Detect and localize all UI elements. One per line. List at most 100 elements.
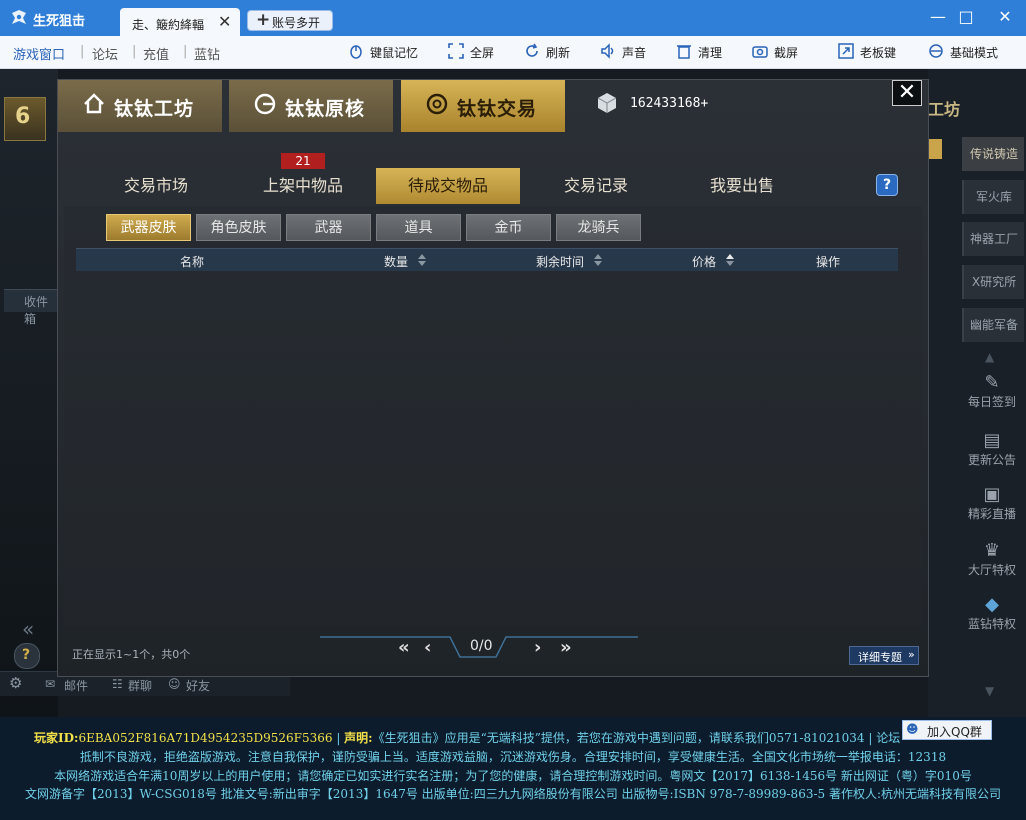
nav-forum[interactable]: 论坛 bbox=[92, 44, 118, 63]
mouse-memory-icon bbox=[350, 45, 362, 59]
camera-icon: ▣ bbox=[983, 484, 1001, 505]
tool-sound[interactable]: 声音 bbox=[622, 44, 646, 61]
close-window-button[interactable]: ✕ bbox=[991, 6, 1019, 28]
browser-tab-game[interactable]: 走、簸約絳輻 ✕ bbox=[120, 8, 240, 36]
category-character-skin[interactable]: 角色皮肤 bbox=[196, 214, 281, 241]
inbox-label: 收件箱 bbox=[24, 295, 49, 326]
tab-pending-items[interactable]: 待成交物品 bbox=[376, 168, 520, 204]
tool-basic-mode[interactable]: 基础模式 bbox=[950, 44, 998, 61]
settings-gear-icon[interactable]: ⚙ bbox=[9, 674, 22, 692]
collapse-icon[interactable]: « bbox=[22, 617, 34, 641]
player-id-label: 玩家ID: bbox=[34, 731, 79, 745]
player-id: 6EBA052F816A71D4954235D9526F5366 bbox=[78, 731, 333, 745]
column-remaining-time[interactable]: 剩余时间 bbox=[536, 253, 584, 270]
tool-screenshot[interactable]: 截屏 bbox=[774, 44, 798, 61]
join-qq-button[interactable]: ☻ 加入QQ群 bbox=[902, 720, 992, 740]
help-icon[interactable]: ? bbox=[876, 174, 898, 196]
category-gold[interactable]: 金币 bbox=[466, 214, 551, 241]
help-circle[interactable]: ? bbox=[14, 643, 40, 669]
browser-tab-label: 走、簸約絳輻 bbox=[132, 18, 205, 32]
sound-icon bbox=[601, 43, 614, 59]
gold-tab-edge bbox=[928, 139, 942, 159]
mail-button[interactable]: 邮件 bbox=[64, 677, 88, 694]
tab-market[interactable]: 交易市场 bbox=[106, 168, 206, 204]
blue-diamond-privilege-button[interactable]: ◆ 蓝钻特权 bbox=[962, 594, 1022, 632]
nav-game-window[interactable]: 游戏窗口 bbox=[13, 44, 65, 63]
statement-text: 《生死狙击》应用是“无端科技”提供，若您在游戏中遇到问题，请联系我们0571-8… bbox=[372, 731, 901, 745]
column-quantity[interactable]: 数量 bbox=[384, 253, 408, 270]
update-notice-button[interactable]: ▤ 更新公告 bbox=[962, 430, 1022, 468]
rank-badge: 6 bbox=[4, 97, 46, 141]
trade-panel: 钛钛工坊 钛钛原核 钛钛交易 162433168+ ✕ 交易市场 上架中物品 2… bbox=[57, 79, 929, 677]
sort-price-icon[interactable] bbox=[726, 254, 734, 266]
nav-blue-diamond[interactable]: 蓝钻 bbox=[194, 44, 220, 63]
clean-icon bbox=[677, 45, 691, 59]
lobby-privilege-label: 大厅特权 bbox=[967, 563, 1016, 577]
statement-label: 声明: bbox=[344, 731, 373, 745]
tab-titanium-workshop[interactable]: 钛钛工坊 bbox=[58, 80, 222, 132]
inbox-tab[interactable]: 收件箱 bbox=[4, 289, 58, 326]
tool-clean[interactable]: 清理 bbox=[698, 44, 722, 61]
checkin-label: 每日签到 bbox=[967, 395, 1016, 409]
tab-close-icon[interactable]: ✕ bbox=[218, 12, 231, 31]
tab-workshop-label: 钛钛工坊 bbox=[114, 98, 195, 120]
page-indicator: 0/0 bbox=[470, 638, 493, 654]
column-price[interactable]: 价格 bbox=[692, 253, 716, 270]
fullscreen-icon bbox=[448, 43, 464, 59]
detail-topic-button[interactable]: 详细专题 » bbox=[849, 646, 919, 665]
checkin-icon: ✎ bbox=[984, 372, 1000, 393]
x-lab-button[interactable]: X研究所 bbox=[962, 265, 1024, 299]
tab-sell[interactable]: 我要出售 bbox=[692, 168, 792, 204]
lobby-privilege-button[interactable]: ♛ 大厅特权 bbox=[962, 540, 1022, 578]
sort-time-icon[interactable] bbox=[594, 254, 602, 266]
tool-boss-key[interactable]: 老板键 bbox=[860, 44, 896, 61]
diamond-icon: ◆ bbox=[985, 594, 999, 615]
category-weapon-skin[interactable]: 武器皮肤 bbox=[106, 214, 191, 241]
toolbar: 游戏窗口 | 论坛 | 充值 | 蓝钻 键鼠记忆 全屏 刷新 声音 清理 截屏 … bbox=[0, 36, 1026, 69]
live-stream-button[interactable]: ▣ 精彩直播 bbox=[962, 484, 1022, 522]
tab-titanium-trade[interactable]: 钛钛交易 bbox=[401, 80, 565, 132]
multi-account-button[interactable]: + 账号多开 bbox=[247, 10, 333, 31]
tool-mouse-memory[interactable]: 键鼠记忆 bbox=[370, 44, 418, 61]
app-title: 生死狙击 bbox=[33, 14, 86, 29]
category-dragoon[interactable]: 龙骑兵 bbox=[556, 214, 641, 241]
category-weapon[interactable]: 武器 bbox=[286, 214, 371, 241]
screenshot-icon bbox=[752, 46, 768, 58]
daily-checkin-button[interactable]: ✎ 每日签到 bbox=[962, 372, 1022, 410]
tab-trade-records[interactable]: 交易记录 bbox=[546, 168, 646, 204]
scroll-up-icon[interactable]: ▲ bbox=[985, 350, 994, 364]
legend-forge-button[interactable]: 传说铸造 bbox=[962, 137, 1024, 171]
tool-fullscreen[interactable]: 全屏 bbox=[470, 44, 494, 61]
panel-close-button[interactable]: ✕ bbox=[892, 80, 922, 106]
column-name: 名称 bbox=[180, 255, 205, 269]
next-page-button[interactable]: › bbox=[534, 637, 541, 658]
plus-icon: + bbox=[256, 10, 271, 30]
tab-titanium-core[interactable]: 钛钛原核 bbox=[229, 80, 393, 132]
last-page-button[interactable]: » bbox=[560, 637, 572, 658]
artifact-factory-button[interactable]: 神器工厂 bbox=[962, 222, 1024, 256]
first-page-button[interactable]: « bbox=[398, 637, 410, 658]
armory-button[interactable]: 军火库 bbox=[962, 180, 1024, 214]
tool-refresh[interactable]: 刷新 bbox=[546, 44, 570, 61]
prev-page-button[interactable]: ‹ bbox=[424, 637, 431, 658]
notice-label: 更新公告 bbox=[967, 453, 1016, 467]
psionic-armament-button[interactable]: 幽能军备 bbox=[962, 308, 1024, 342]
friends-button[interactable]: 好友 bbox=[186, 677, 210, 694]
maximize-button[interactable]: □ bbox=[952, 6, 980, 28]
group-chat-button[interactable]: 群聊 bbox=[128, 677, 152, 694]
group-chat-icon: ☷ bbox=[112, 677, 123, 691]
minimize-button[interactable]: — bbox=[924, 6, 952, 28]
sort-quantity-icon[interactable] bbox=[418, 254, 426, 266]
scroll-down-icon[interactable]: ▼ bbox=[985, 684, 994, 698]
listed-count-badge: 21 bbox=[281, 153, 325, 169]
category-item[interactable]: 道具 bbox=[376, 214, 461, 241]
footer: 玩家ID:6EBA052F816A71D4954235D9526F5366 | … bbox=[0, 717, 1026, 820]
footer-line-1: 玩家ID:6EBA052F816A71D4954235D9526F5366 | … bbox=[34, 729, 900, 746]
rank-badge-text: 6 bbox=[15, 104, 31, 129]
nav-separator: | bbox=[183, 44, 188, 59]
boss-key-icon bbox=[838, 43, 854, 59]
tab-listed-items[interactable]: 上架中物品 bbox=[248, 168, 358, 204]
nav-recharge[interactable]: 充值 bbox=[143, 44, 169, 63]
detail-topic-label: 详细专题 bbox=[858, 651, 902, 664]
pagination-status: 正在显示1~1个，共0个 bbox=[72, 648, 191, 661]
